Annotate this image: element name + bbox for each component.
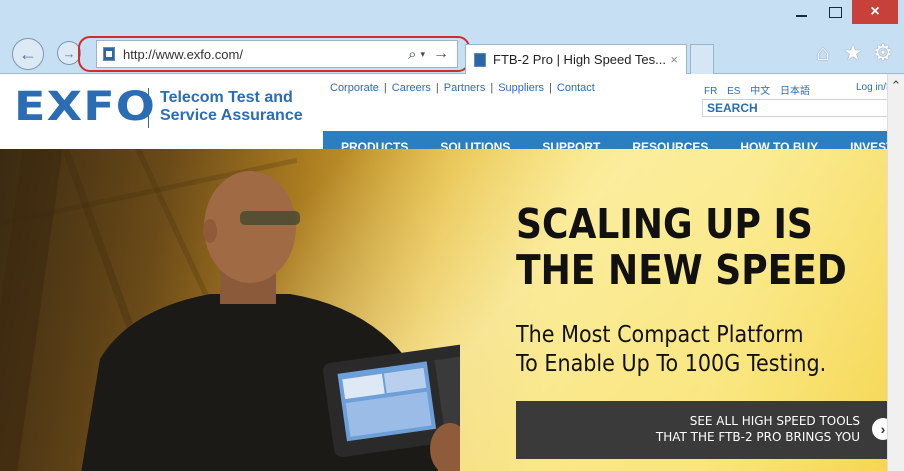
- cta-text: SEE ALL HIGH SPEED TOOLS THAT THE FTB-2 …: [656, 413, 860, 445]
- link-separator: |: [435, 82, 439, 94]
- login-link[interactable]: Log in/F: [856, 82, 888, 93]
- minimize-button[interactable]: [784, 0, 818, 24]
- link-suppliers[interactable]: Suppliers: [498, 82, 544, 94]
- language-links: FR ES 中文 日本語: [704, 82, 817, 97]
- forward-arrow-icon: →: [62, 45, 76, 61]
- chevron-right-icon[interactable]: ›: [872, 418, 888, 440]
- window-controls: ×: [784, 0, 898, 30]
- tab-page-icon: [474, 52, 486, 67]
- exfo-logo[interactable]: EXFO: [14, 84, 156, 130]
- lang-es[interactable]: ES: [727, 86, 740, 97]
- scroll-up-icon[interactable]: ⌃: [888, 78, 904, 94]
- subline-line1: The Most Compact Platform: [516, 322, 804, 348]
- vertical-scrollbar[interactable]: ⌃: [887, 74, 904, 471]
- maximize-icon: [828, 6, 842, 18]
- lang-ja[interactable]: 日本語: [780, 86, 810, 97]
- cta-line2: THAT THE FTB-2 PRO BRINGS YOU: [655, 430, 860, 444]
- back-arrow-icon: ←: [19, 43, 37, 64]
- link-careers[interactable]: Careers: [392, 82, 431, 94]
- link-contact[interactable]: Contact: [557, 82, 595, 94]
- toolbar-icons: ⌂ ★ ⚙: [810, 40, 896, 66]
- hero-headline: SCALING UP IS THE NEW SPEED: [516, 201, 847, 293]
- web-page: EXFO Telecom Test and Service Assurance …: [0, 74, 888, 471]
- lang-zh[interactable]: 中文: [750, 86, 770, 97]
- new-tab-button[interactable]: [690, 44, 714, 74]
- lang-fr[interactable]: FR: [704, 86, 717, 97]
- link-separator: |: [490, 82, 494, 94]
- back-button[interactable]: ←: [12, 38, 44, 70]
- link-corporate[interactable]: Corporate: [330, 82, 379, 94]
- link-partners[interactable]: Partners: [444, 82, 486, 94]
- gear-icon[interactable]: ⚙: [870, 40, 896, 66]
- active-tab[interactable]: FTB-2 Pro | High Speed Tes... ×: [465, 44, 687, 74]
- hero-subheadline: The Most Compact Platform To Enable Up T…: [516, 321, 826, 379]
- link-separator: |: [549, 82, 552, 94]
- home-icon[interactable]: ⌂: [810, 40, 836, 66]
- top-links: Corporate | Careers | Partners | Suppliers | Con…: [330, 82, 595, 94]
- headline-line2: THE NEW SPEED: [516, 246, 847, 294]
- cta-button[interactable]: SEE ALL HIGH SPEED TOOLS THAT THE FTB-2 …: [516, 401, 888, 459]
- tagline-line2: Service Assurance: [160, 107, 303, 124]
- cta-line1: SEE ALL HIGH SPEED TOOLS: [689, 414, 860, 428]
- close-icon: ×: [870, 3, 880, 20]
- subline-line2: To Enable Up To 100G Testing.: [516, 351, 827, 377]
- address-highlight-annotation: [78, 36, 470, 72]
- tab-title: FTB-2 Pro | High Speed Tes...: [493, 52, 666, 67]
- minimize-icon: [795, 15, 807, 17]
- link-separator: |: [383, 82, 387, 94]
- maximize-button[interactable]: [818, 0, 852, 24]
- tagline: Telecom Test and Service Assurance: [160, 89, 303, 125]
- technician-photo: [81, 171, 460, 471]
- logo-divider: [148, 88, 149, 128]
- hero-banner[interactable]: SCALING UP IS THE NEW SPEED The Most Com…: [0, 149, 888, 471]
- tab-close-icon[interactable]: ×: [670, 52, 678, 67]
- close-window-button[interactable]: ×: [852, 0, 898, 24]
- tagline-line1: Telecom Test and: [160, 89, 293, 106]
- headline-line1: SCALING UP IS: [516, 200, 813, 248]
- background-beam: [0, 149, 63, 471]
- star-icon[interactable]: ★: [840, 40, 866, 66]
- site-search-input[interactable]: SEARCH: [702, 99, 888, 117]
- browser-chrome: × ← → http://www.exfo.com/ ⌕ ▾ → FTB-2 P…: [0, 0, 904, 74]
